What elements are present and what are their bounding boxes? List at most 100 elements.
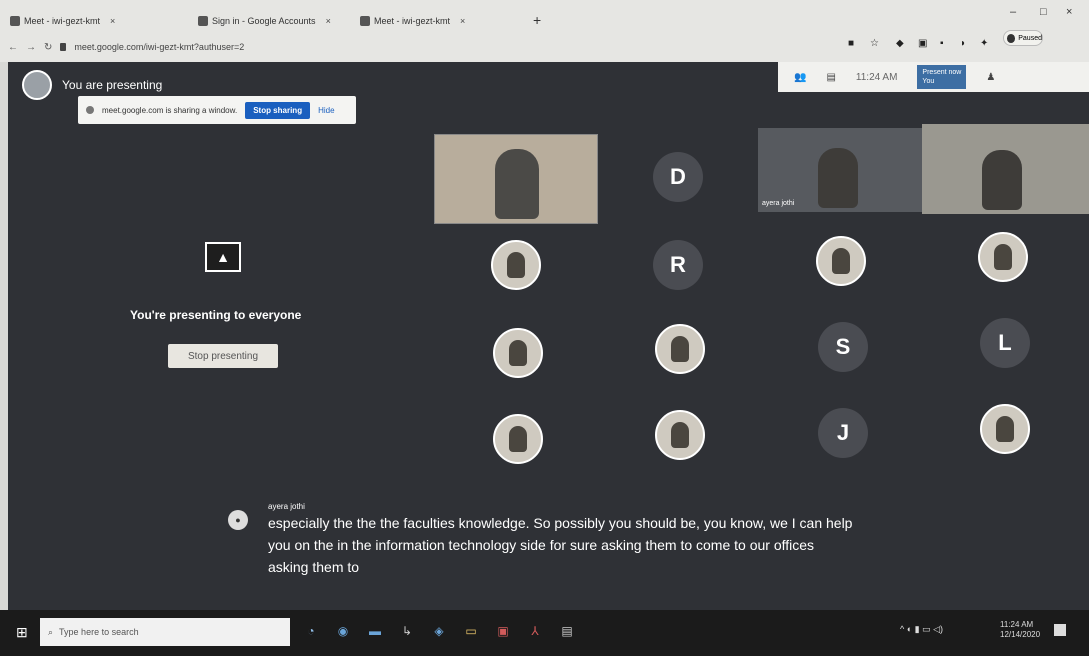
profile-label: Paused (1018, 34, 1042, 42)
acrobat-icon[interactable]: ⅄ (524, 620, 546, 642)
speaker-name: ayera jothi (762, 200, 795, 207)
user-avatar-icon[interactable]: ♟ (986, 72, 995, 83)
forward-icon[interactable]: → (26, 42, 36, 53)
participant-tile-r[interactable]: R (653, 240, 703, 290)
tab-meet-2[interactable]: Meet - iwi-gezt-kmt × (360, 10, 520, 32)
maximize-button[interactable]: □ (1040, 6, 1047, 18)
extension-icon[interactable]: ▣ (918, 38, 927, 49)
hide-button[interactable]: Hide (318, 106, 334, 115)
tab-meet-1[interactable]: Meet - iwi-gezt-kmt × (10, 10, 190, 32)
windows-start-icon[interactable]: ⊞ (16, 624, 28, 641)
participant-initial: R (670, 252, 686, 277)
app-icon[interactable]: ▤ (556, 620, 578, 642)
taskbar-date: 12/14/2020 (1000, 630, 1041, 639)
camera-icon[interactable]: ■ (848, 38, 854, 49)
stop-presenting-button[interactable]: Stop presenting (168, 344, 278, 368)
profile-button[interactable]: Paused (1003, 30, 1043, 46)
presenting-panel: ▲ You're presenting to everyone Stop pre… (8, 232, 428, 382)
presenting-to-text: You're presenting to everyone (130, 308, 302, 322)
edge-icon[interactable]: ◉ (332, 620, 354, 642)
stop-sharing-button[interactable]: Stop sharing (245, 101, 311, 119)
extension-icon[interactable]: ◆ (896, 38, 904, 49)
avatar: ● (228, 510, 248, 530)
taskbar: ⊞ ⌕ Type here to search ◔ ◉ ▬ ↳ ◈ ▭ ▣ ⅄ … (0, 610, 1089, 656)
avatar (1007, 33, 1016, 43)
system-tray[interactable]: ^ ◐ ▮ ▭ ◁) (900, 624, 943, 635)
minimize-button[interactable]: – (1010, 6, 1016, 18)
tab-label: Meet - iwi-gezt-kmt (374, 16, 451, 26)
participant-initial: J (836, 420, 850, 445)
photos-icon[interactable]: ▣ (492, 620, 514, 642)
taskbar-search[interactable]: ⌕ Type here to search (40, 618, 290, 646)
video-tile-pinned[interactable] (434, 134, 598, 224)
chat-icon[interactable]: ▤ (826, 72, 835, 83)
close-tab-icon[interactable]: × (110, 16, 115, 26)
participant-initial: S (835, 334, 851, 359)
google-icon (198, 16, 208, 26)
participant-tile[interactable] (655, 324, 705, 374)
presenting-label: You are presenting (62, 78, 163, 92)
star-icon[interactable]: ☆ (870, 38, 879, 49)
video-tile-participant[interactable] (922, 124, 1089, 214)
avatar (22, 70, 52, 100)
participant-tile[interactable] (493, 414, 543, 464)
reload-icon[interactable]: ↻ (44, 42, 52, 53)
pin-icon[interactable]: ↳ (396, 620, 418, 642)
participant-tile-l[interactable]: L (980, 318, 1030, 368)
browser-chrome: Meet - iwi-gezt-kmt × Sign in - Google A… (0, 0, 1089, 62)
meet-icon (10, 16, 20, 26)
back-icon[interactable]: ← (8, 42, 18, 53)
participant-tile-s[interactable]: S (818, 322, 868, 372)
present-now-label: Present now (922, 69, 962, 76)
search-placeholder: Type here to search (59, 627, 139, 637)
present-arrow-icon: ▲ (205, 242, 241, 272)
address-bar[interactable]: ← → ↻ meet.google.com/iwi-gezt-kmt?authu… (8, 38, 768, 56)
participant-initial: L (998, 330, 1012, 355)
caption-speaker: ayera jothi (268, 502, 305, 511)
participant-video (982, 150, 1022, 210)
extension-icon[interactable]: ▪ (940, 38, 944, 49)
new-tab-button[interactable]: + (533, 12, 541, 28)
meet-icon (360, 16, 370, 26)
caption-text: especially the the the faculties knowled… (268, 515, 853, 575)
taskbar-clock[interactable]: 11:24 AM 12/14/2020 (1000, 620, 1040, 640)
participant-tile[interactable] (655, 410, 705, 460)
sharing-bar: meet.google.com is sharing a window. Sto… (78, 96, 356, 124)
tab-label: Meet - iwi-gezt-kmt (24, 16, 101, 26)
participant-tile[interactable] (978, 232, 1028, 282)
meeting-clock: 11:24 AM (855, 71, 898, 83)
participant-tile-d[interactable]: D (653, 152, 703, 202)
participant-video (818, 148, 858, 208)
file-explorer-icon[interactable]: ▭ (460, 620, 482, 642)
close-window-button[interactable]: × (1066, 6, 1072, 18)
close-tab-icon[interactable]: × (326, 16, 331, 26)
sharing-text: meet.google.com is sharing a window. (102, 105, 238, 115)
present-now-sub: You (922, 78, 935, 85)
lock-icon (60, 43, 67, 51)
participant-tile[interactable] (493, 328, 543, 378)
notification-icon[interactable] (1054, 624, 1066, 636)
share-indicator-icon (86, 106, 94, 114)
puzzle-icon[interactable]: ✦ (980, 38, 988, 49)
participant-tile-j[interactable]: J (818, 408, 868, 458)
mail-icon[interactable]: ▬ (364, 620, 386, 642)
participant-initial: D (670, 164, 686, 189)
people-icon[interactable]: 👥 (794, 72, 806, 83)
tab-label: Sign in - Google Accounts (212, 16, 316, 26)
url-text[interactable]: meet.google.com/iwi-gezt-kmt?authuser=2 (74, 42, 244, 52)
participant-tile[interactable] (980, 404, 1030, 454)
task-view-icon[interactable]: ◔ (300, 620, 322, 642)
participant-tile[interactable] (491, 240, 541, 290)
close-tab-icon[interactable]: × (460, 16, 465, 26)
present-now-button[interactable]: Present now You (917, 65, 967, 89)
tab-google-accounts[interactable]: Sign in - Google Accounts × (198, 10, 348, 32)
search-icon: ⌕ (48, 626, 54, 637)
meet-top-right-bar: 👥 ▤ 11:24 AM Present now You ♟ (778, 62, 1089, 92)
meet-window: You are presenting meet.google.com is sh… (8, 62, 1089, 610)
video-tile-speaker[interactable]: ayera jothi (758, 128, 922, 212)
extension-icon[interactable]: ◗ (960, 38, 966, 49)
participant-tile[interactable] (816, 236, 866, 286)
app-icon[interactable]: ◈ (428, 620, 450, 642)
taskbar-time: 11:24 AM (1000, 620, 1034, 629)
participant-video (495, 149, 539, 219)
